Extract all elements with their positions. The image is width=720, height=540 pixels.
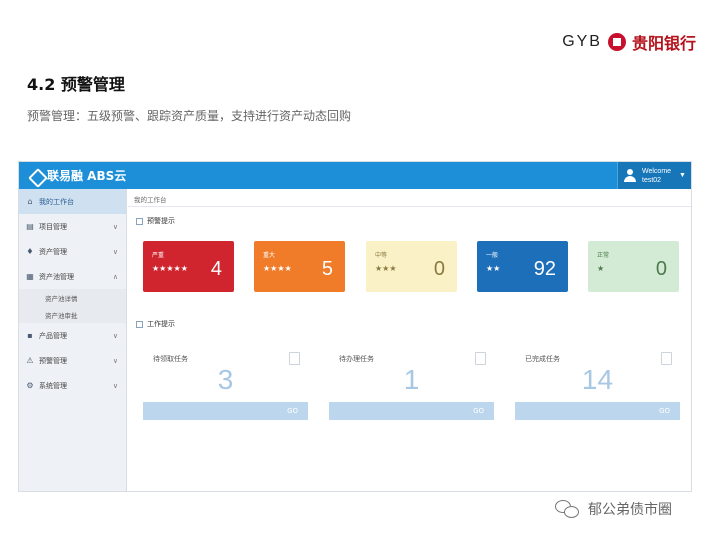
go-button[interactable]: GO — [329, 402, 494, 420]
database-icon: ▤ — [26, 222, 34, 231]
user-text: Welcome test02 — [642, 167, 671, 185]
logo-icon — [29, 169, 43, 183]
task-panel-to-handle: 待办理任务 1 GO — [329, 352, 494, 447]
sidebar-item-label: 预警管理 — [39, 356, 67, 365]
sidebar-item-asset-pool[interactable]: ▦ 资产池管理 ∧ — [19, 264, 126, 289]
task-count: 3 — [217, 364, 234, 395]
slide-title: 4.2 预警管理 — [27, 75, 125, 94]
warning-card-major[interactable]: 重大 ★★★★ 5 — [254, 241, 345, 292]
user-name: test02 — [642, 176, 662, 184]
breadcrumb: 我的工作台 — [128, 189, 691, 207]
chevron-down-icon: ∨ — [112, 381, 118, 390]
card-stars: ★★★★★ — [152, 264, 188, 273]
warning-card-normal[interactable]: 正常 ★ 0 — [588, 241, 679, 292]
user-icon — [624, 169, 636, 182]
brand-cn: 贵阳银行 — [631, 34, 696, 53]
sidebar-item-projects[interactable]: ▤ 项目管理 ∨ — [19, 214, 126, 239]
card-label: 重大 — [263, 252, 276, 259]
card-label: 中等 — [375, 252, 388, 259]
sidebar-item-label: 项目管理 — [39, 222, 67, 231]
chevron-down-icon: ∨ — [112, 331, 118, 340]
card-count: 92 — [533, 258, 556, 280]
sidebar-item-assets[interactable]: ♦ 资产管理 ∨ — [19, 239, 126, 264]
chevron-down-icon: ∨ — [112, 247, 118, 256]
card-count: 0 — [655, 258, 667, 280]
home-icon: ⌂ — [27, 197, 33, 206]
slide-subtitle: 预警管理：五级预警、跟踪资产质量，支持进行资产动态回购 — [27, 109, 352, 123]
card-count: 0 — [433, 258, 445, 280]
go-button[interactable]: GO — [143, 402, 308, 420]
app-logo-text: 联易融 ABS云 — [47, 169, 127, 183]
task-count: 1 — [403, 364, 420, 395]
sidebar-item-products[interactable]: ▪ 产品管理 ∨ — [19, 323, 126, 348]
card-count: 4 — [210, 258, 222, 280]
sidebar-item-label: 资产池管理 — [39, 272, 74, 281]
card-stars: ★★★ — [375, 264, 397, 273]
grid-icon: ▪ — [27, 331, 33, 340]
wechat-icon — [554, 496, 580, 522]
warning-icon: ⚠ — [26, 356, 34, 365]
chevron-down-icon: ∨ — [112, 356, 118, 365]
warning-card-medium[interactable]: 中等 ★★★ 0 — [366, 241, 457, 292]
app-logo[interactable]: 联易融 ABS云 — [29, 167, 126, 184]
task-label: 待办理任务 — [339, 355, 374, 363]
warning-card-severe[interactable]: 严重 ★★★★★ 4 — [143, 241, 234, 292]
user-greeting: Welcome — [642, 167, 672, 175]
app-screenshot: 联易融 ABS云 Welcome test02 ▼ ⌂ 我的工作台 ▤ 项目管理… — [18, 161, 692, 492]
card-count: 5 — [321, 258, 333, 280]
task-panel-to-claim: 待领取任务 3 GO — [143, 352, 308, 447]
sidebar-item-label: 产品管理 — [39, 331, 67, 340]
task-label: 已完成任务 — [525, 355, 560, 363]
card-label: 一般 — [486, 252, 499, 259]
sidebar-subitem-pool-approval[interactable]: 资产池审批 — [19, 306, 126, 323]
sidebar-item-label: 资产管理 — [39, 247, 67, 256]
caret-down-icon: ▼ — [679, 172, 686, 179]
sidebar-item-system[interactable]: ⚙ 系统管理 ∨ — [19, 373, 126, 398]
sidebar-subitem-pool-detail[interactable]: 资产池详情 — [19, 289, 126, 306]
warning-heading-text: 预警提示 — [147, 217, 175, 225]
sidebar: ⌂ 我的工作台 ▤ 项目管理 ∨ ♦ 资产管理 ∨ ▦ 资产池管理 ∧ 资产池详… — [19, 189, 127, 491]
money-bag-icon: ♦ — [26, 247, 34, 256]
sidebar-item-workbench[interactable]: ⌂ 我的工作台 — [19, 189, 126, 214]
watermark-text: 郁公弟债市圈 — [588, 502, 672, 518]
task-label: 待领取任务 — [153, 355, 188, 363]
card-stars: ★ — [597, 264, 605, 273]
bank-mark-icon — [607, 33, 626, 51]
section-icon — [136, 217, 143, 225]
card-stars: ★★ — [486, 264, 501, 273]
work-heading-text: 工作提示 — [147, 320, 175, 328]
warning-card-general[interactable]: 一般 ★★ 92 — [477, 241, 568, 292]
app-topbar: 联易融 ABS云 Welcome test02 ▼ — [19, 162, 691, 189]
main-content: 我的工作台 预警提示 严重 ★★★★★ 4 重大 ★★★★ 5 中等 ★★★ 0… — [128, 189, 691, 491]
sidebar-item-warnings[interactable]: ⚠ 预警管理 ∨ — [19, 348, 126, 373]
chevron-down-icon: ∨ — [112, 222, 118, 231]
watermark: 郁公弟债市圈 — [554, 496, 672, 522]
chevron-up-icon: ∧ — [112, 272, 118, 281]
go-button[interactable]: GO — [515, 402, 680, 420]
user-menu[interactable]: Welcome test02 ▼ — [617, 162, 691, 189]
gear-icon: ⚙ — [26, 381, 34, 390]
warning-section-heading: 预警提示 — [136, 216, 175, 226]
card-label: 正常 — [597, 252, 610, 259]
bank-logo: GYB 贵阳银行 — [562, 30, 696, 54]
card-label: 严重 — [152, 252, 165, 259]
sidebar-item-label: 我的工作台 — [39, 197, 74, 206]
section-icon — [136, 320, 143, 328]
task-count: 14 — [581, 364, 614, 395]
sidebar-item-label: 系统管理 — [39, 381, 67, 390]
work-section-heading: 工作提示 — [136, 319, 175, 329]
card-stars: ★★★★ — [263, 264, 292, 273]
brand-en: GYB — [562, 33, 602, 50]
task-panel-completed: 已完成任务 14 GO — [515, 352, 680, 447]
table-icon: ▦ — [26, 272, 34, 281]
